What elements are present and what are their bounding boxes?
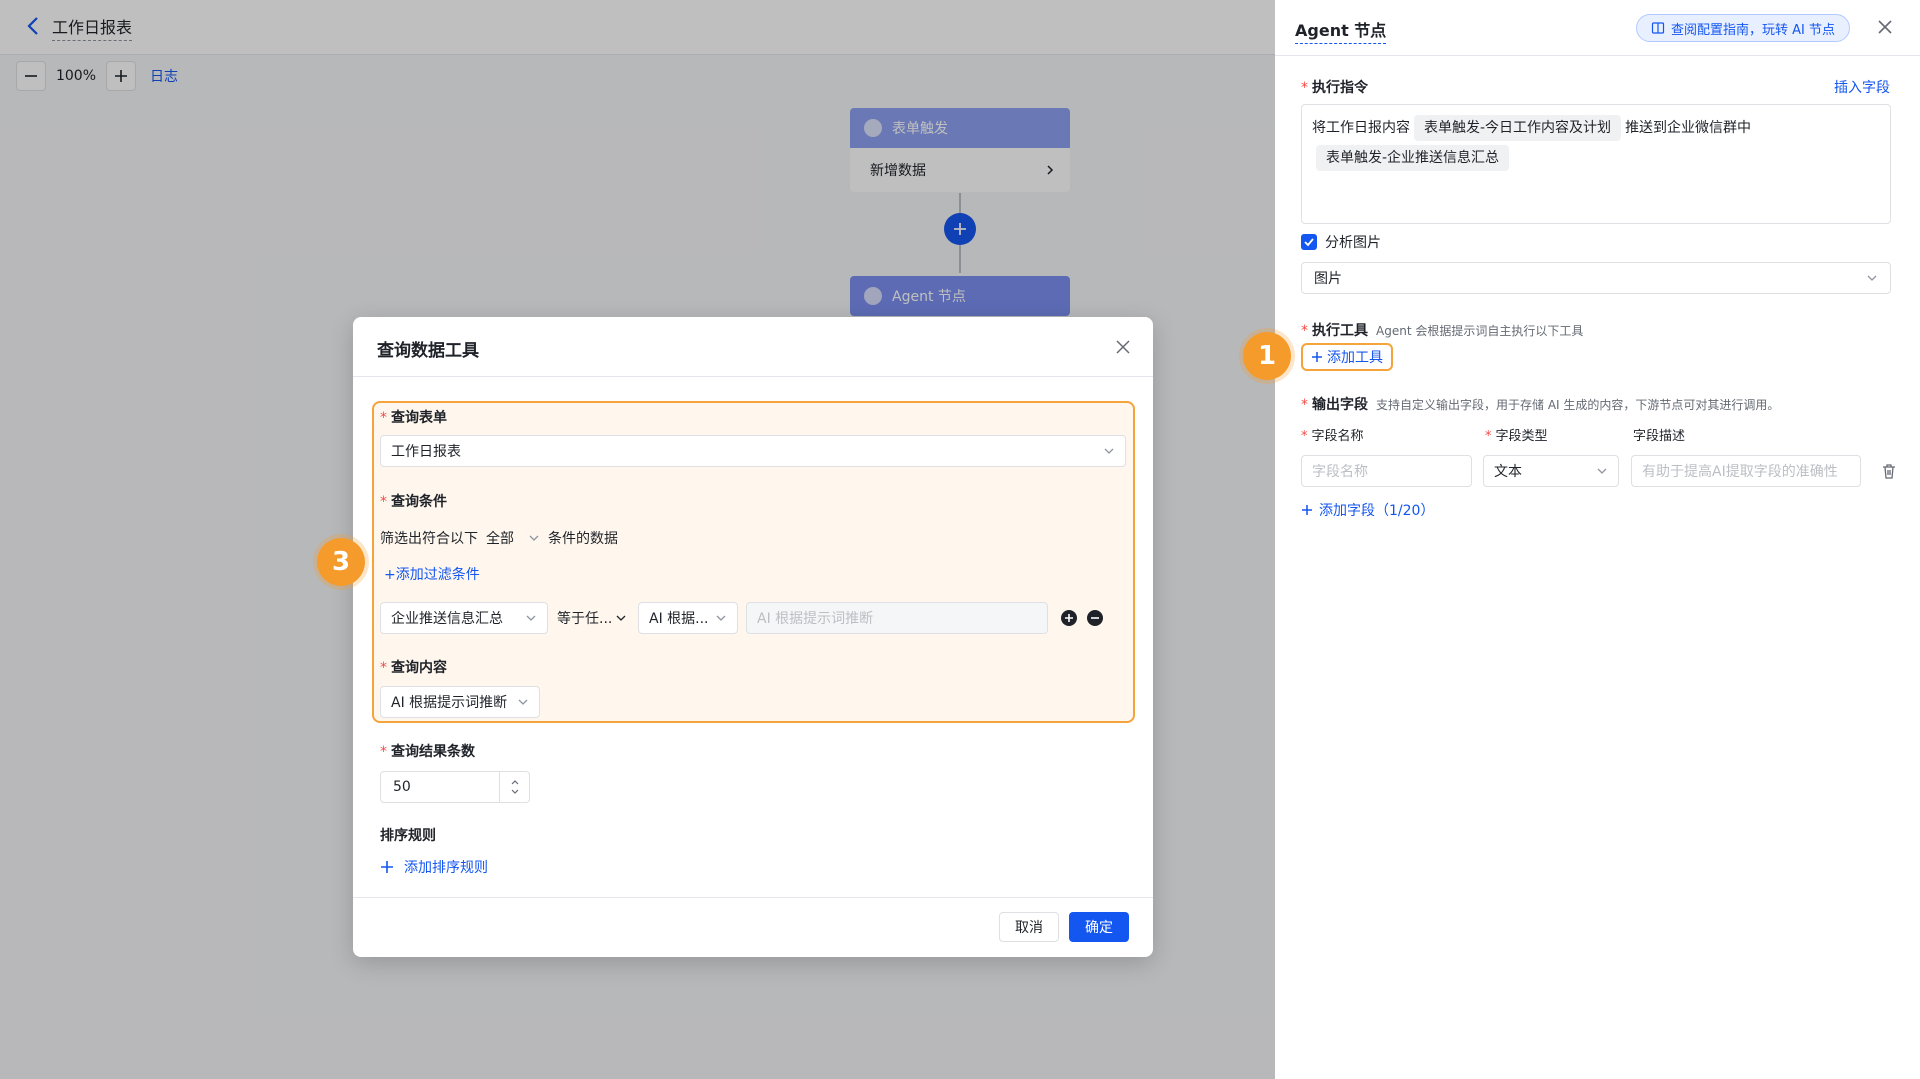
instruction-text: 推送到企业微信群中 [1625, 120, 1752, 136]
filter-prefix: 筛选出符合以下 [380, 531, 478, 547]
dialog-header: 查询数据工具 [353, 317, 1153, 377]
field-type-value: 文本 [1494, 464, 1522, 480]
image-select-value: 图片 [1314, 271, 1342, 287]
chevron-down-icon[interactable] [510, 788, 520, 796]
add-tool-button[interactable]: 添加工具 [1301, 343, 1393, 371]
add-filter-link[interactable]: +添加过滤条件 [384, 564, 480, 584]
minus-icon [1091, 617, 1099, 619]
field-chip[interactable]: 表单触发-今日工作内容及计划 [1414, 115, 1622, 141]
add-field-label: 添加字段（1/20） [1319, 503, 1435, 519]
plus-icon [1065, 614, 1073, 622]
analyze-image-checkbox[interactable] [1301, 234, 1317, 250]
col-name-label: * 字段名称 [1301, 429, 1364, 444]
close-icon[interactable] [1113, 337, 1133, 357]
plus-icon [1302, 505, 1312, 515]
chevron-up-icon[interactable] [510, 778, 520, 786]
count-label: * 查询结果条数 [380, 744, 475, 760]
add-tool-label: 添加工具 [1327, 350, 1383, 366]
condition-value-input: AI 根据提示词推断 [746, 602, 1048, 634]
filter-scope-select[interactable]: 全部 [486, 528, 540, 548]
trash-icon[interactable] [1880, 462, 1898, 480]
instruction-text: 将工作日报内容 [1312, 120, 1410, 136]
step-badge: 1 [1243, 332, 1291, 380]
stepper-arrows[interactable] [499, 772, 529, 802]
col-desc-label: 字段描述 [1633, 429, 1686, 444]
chevron-down-icon [526, 615, 536, 621]
col-type-label: * 字段类型 [1485, 429, 1548, 444]
condition-field-select[interactable]: 企业推送信息汇总 [380, 602, 548, 634]
form-select-value: 工作日报表 [391, 444, 461, 460]
add-condition-icon[interactable] [1061, 610, 1077, 626]
query-data-tool-dialog: 查询数据工具 * 查询表单 工作日报表 * 查询条件 筛选出符合以下 全部 条件的数… [353, 317, 1153, 957]
tools-label: * 执行工具 Agent 会根据提示词自主执行以下工具 [1301, 323, 1584, 339]
analyze-image-row: 分析图片 [1301, 232, 1381, 252]
sort-label: 排序规则 [380, 828, 436, 844]
content-label: * 查询内容 [380, 660, 447, 676]
plus-icon [1312, 352, 1322, 362]
field-type-select[interactable]: 文本 [1483, 455, 1619, 487]
insert-field-link[interactable]: 插入字段 [1834, 77, 1890, 97]
chevron-down-icon [518, 699, 528, 705]
result-count-value: 50 [393, 779, 411, 795]
instruction-label: * 执行指令 [1301, 80, 1368, 96]
filter-suffix: 条件的数据 [548, 531, 618, 547]
output-hint: 支持自定义输出字段，用于存储 AI 生成的内容，下游节点可对其进行调用。 [1376, 398, 1780, 412]
output-label: * 输出字段 支持自定义输出字段，用于存储 AI 生成的内容，下游节点可对其进行调用… [1301, 397, 1780, 413]
drawer-title[interactable]: Agent 节点 [1295, 17, 1387, 44]
dialog-footer: 取消 确定 [353, 897, 1153, 957]
guide-link-label: 查阅配置指南，玩转 AI 节点 [1671, 22, 1835, 38]
dialog-title: 查询数据工具 [377, 341, 479, 361]
condition-label: * 查询条件 [380, 494, 447, 510]
remove-condition-icon[interactable] [1087, 610, 1103, 626]
book-icon [1651, 22, 1665, 34]
analyze-image-label: 分析图片 [1325, 235, 1381, 251]
content-select[interactable]: AI 根据提示词推断 [380, 686, 540, 718]
image-field-select[interactable]: 图片 [1301, 262, 1891, 294]
check-icon [1304, 238, 1314, 247]
chevron-down-icon [1867, 275, 1877, 281]
chevron-down-icon [529, 535, 539, 541]
instruction-editor[interactable]: 将工作日报内容 表单触发-今日工作内容及计划 推送到企业微信群中 表单触发-企业推送… [1301, 104, 1891, 224]
field-desc-input[interactable]: 有助于提高AI提取字段的准确性 [1631, 455, 1861, 487]
agent-config-drawer: Agent 节点 查阅配置指南，玩转 AI 节点 * 执行指令 插入字段 将工作日… [1275, 0, 1920, 1079]
condition-operator-select[interactable]: 等于任... [553, 602, 631, 634]
step-badge: 3 [317, 538, 365, 586]
chevron-down-icon [616, 615, 626, 621]
tools-hint: Agent 会根据提示词自主执行以下工具 [1376, 324, 1584, 338]
form-label: * 查询表单 [380, 410, 447, 426]
chevron-down-icon [1104, 448, 1114, 454]
cancel-button[interactable]: 取消 [999, 912, 1059, 942]
filter-scope-row: 筛选出符合以下 全部 条件的数据 [380, 528, 618, 548]
field-name-input[interactable]: 字段名称 [1301, 455, 1472, 487]
condition-source-select[interactable]: AI 根据... [638, 602, 738, 634]
guide-link[interactable]: 查阅配置指南，玩转 AI 节点 [1636, 14, 1850, 42]
chevron-down-icon [716, 615, 726, 621]
chevron-down-icon [1597, 468, 1607, 474]
confirm-button[interactable]: 确定 [1069, 912, 1129, 942]
form-select[interactable]: 工作日报表 [380, 435, 1126, 467]
add-sort-rule-button[interactable]: 添加排序规则 [380, 857, 488, 877]
add-field-button[interactable]: 添加字段（1/20） [1301, 500, 1434, 520]
plus-icon [381, 861, 393, 873]
drawer-header: Agent 节点 查阅配置指南，玩转 AI 节点 [1275, 0, 1920, 56]
close-icon[interactable] [1874, 16, 1896, 38]
field-chip[interactable]: 表单触发-企业推送信息汇总 [1316, 145, 1510, 171]
add-sort-label: 添加排序规则 [404, 860, 488, 876]
result-count-stepper[interactable]: 50 [380, 771, 530, 803]
